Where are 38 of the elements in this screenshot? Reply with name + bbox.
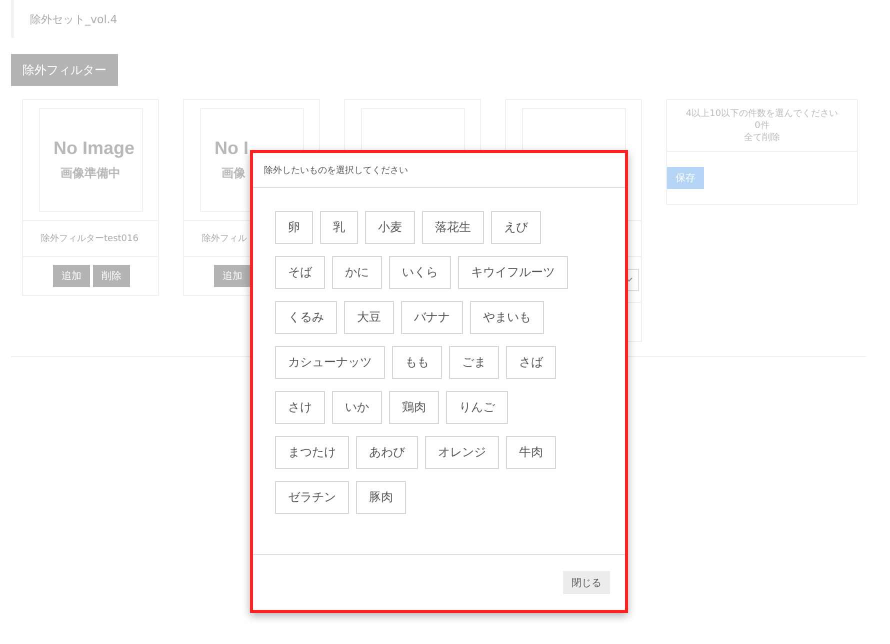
placeholder-text: 画像 bbox=[220, 165, 246, 182]
placeholder-text: No I bbox=[214, 138, 248, 159]
option-button[interactable]: 落花生 bbox=[422, 211, 484, 244]
option-button[interactable]: ゼラチン bbox=[275, 481, 349, 514]
option-button[interactable]: りんご bbox=[446, 391, 508, 424]
card-title: 除外フィル bbox=[202, 232, 247, 245]
option-button[interactable]: そば bbox=[275, 256, 325, 289]
modal-title: 除外したいものを選択してください bbox=[264, 164, 408, 176]
option-button[interactable]: ごま bbox=[449, 346, 499, 379]
option-button[interactable]: あわび bbox=[356, 436, 418, 469]
option-button[interactable]: バナナ bbox=[401, 301, 463, 334]
option-button[interactable]: さけ bbox=[275, 391, 325, 424]
card-title: 除外フィルターtest016 bbox=[41, 232, 138, 245]
option-button[interactable]: 豚肉 bbox=[356, 481, 406, 514]
option-button[interactable]: いか bbox=[332, 391, 382, 424]
option-button[interactable]: カシューナッツ bbox=[275, 346, 385, 379]
option-button[interactable]: かに bbox=[332, 256, 382, 289]
option-button[interactable]: 小麦 bbox=[365, 211, 415, 244]
option-button[interactable]: 乳 bbox=[320, 211, 358, 244]
option-button[interactable]: 卵 bbox=[275, 211, 313, 244]
page-title: 除外セット_vol.4 bbox=[30, 12, 118, 26]
option-button[interactable]: 鶏肉 bbox=[389, 391, 439, 424]
option-button[interactable]: やまいも bbox=[470, 301, 544, 334]
summary-message: 4以上10以下の件数を選んでください bbox=[686, 108, 838, 120]
option-button[interactable]: くるみ bbox=[275, 301, 337, 334]
option-button[interactable]: まつたけ bbox=[275, 436, 349, 469]
option-button[interactable]: キウイフルーツ bbox=[458, 256, 568, 289]
option-button[interactable]: さば bbox=[506, 346, 556, 379]
placeholder-text: 画像準備中 bbox=[60, 165, 120, 182]
option-button[interactable]: 大豆 bbox=[344, 301, 394, 334]
option-button[interactable]: もも bbox=[392, 346, 442, 379]
placeholder-text: No Image bbox=[52, 138, 135, 159]
option-button[interactable]: いくら bbox=[389, 256, 451, 289]
close-button[interactable]: 閉じる bbox=[563, 571, 610, 594]
option-button[interactable]: 牛肉 bbox=[506, 436, 556, 469]
selected-count: 0件 bbox=[754, 120, 770, 132]
option-button[interactable]: オレンジ bbox=[425, 436, 499, 469]
option-button[interactable]: えび bbox=[491, 211, 541, 244]
